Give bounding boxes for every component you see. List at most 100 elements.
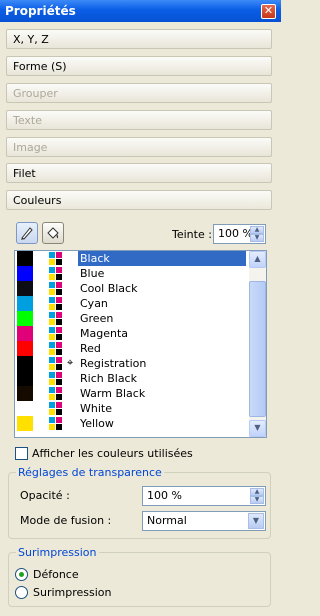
section-couleurs-button[interactable]: Couleurs — [6, 190, 272, 210]
section-texte-label: Texte — [13, 114, 43, 127]
cmyk-model-icon — [49, 342, 62, 355]
show-used-colors-label: Afficher les couleurs utilisées — [32, 447, 193, 460]
transparency-title: Réglages de transparence — [16, 466, 164, 479]
section-xyz-label: X, Y, Z — [13, 33, 49, 46]
color-swatch-name: Red — [80, 342, 101, 355]
section-image-label: Image — [13, 141, 48, 154]
color-swatch-name: Black — [78, 251, 246, 266]
color-swatch — [17, 386, 33, 401]
color-swatch-row[interactable]: Red — [15, 341, 266, 356]
chevron-down-icon[interactable]: ▼ — [248, 513, 264, 529]
section-grouper-label: Grouper — [13, 87, 58, 100]
color-swatch-row[interactable]: Blue — [15, 266, 266, 281]
color-swatch — [17, 281, 33, 296]
color-swatch-row[interactable]: Cool Black — [15, 281, 266, 296]
cmyk-model-icon — [49, 312, 62, 325]
close-button[interactable]: ✕ — [261, 4, 276, 19]
overprint-title: Surimpression — [16, 546, 99, 559]
opacity-value: 100 % — [147, 489, 182, 502]
section-forme-label: Forme (S) — [13, 60, 67, 73]
cmyk-model-icon — [49, 267, 62, 280]
scroll-down-icon[interactable]: ▼ — [249, 420, 266, 437]
tint-spin-buttons[interactable]: ▲ ▼ — [250, 226, 264, 242]
knockout-label: Défonce — [33, 568, 79, 581]
registration-icon: ⌖ — [67, 356, 74, 369]
color-swatch — [17, 356, 33, 371]
spin-down-icon[interactable]: ▼ — [250, 496, 264, 504]
section-xyz-button[interactable]: X, Y, Z — [6, 29, 272, 49]
overprint-radio[interactable] — [15, 586, 28, 599]
knockout-radio[interactable] — [15, 568, 28, 581]
color-swatch-row[interactable]: Rich Black — [15, 371, 266, 386]
pen-icon — [21, 227, 33, 240]
color-swatch-name: Magenta — [80, 327, 129, 340]
tint-value: 100 % — [218, 227, 253, 240]
cmyk-model-icon — [49, 297, 62, 310]
color-swatch — [17, 311, 33, 326]
color-swatch-row[interactable]: Warm Black — [15, 386, 266, 401]
color-swatch-row[interactable]: Magenta — [15, 326, 266, 341]
window-titlebar: Propriétés ✕ — [0, 0, 281, 22]
section-filet-button[interactable]: Filet — [6, 163, 272, 183]
cmyk-model-icon — [49, 402, 62, 415]
section-grouper-button[interactable]: Grouper — [6, 83, 272, 103]
color-swatch-name: Cool Black — [80, 282, 138, 295]
color-swatch-row[interactable]: Yellow — [15, 416, 266, 431]
cmyk-model-icon — [49, 357, 62, 370]
stroke-color-button[interactable] — [16, 222, 38, 244]
spin-down-icon[interactable]: ▼ — [250, 234, 264, 242]
overprint-label: Surimpression — [33, 586, 112, 599]
tint-spinner[interactable]: 100 % ▲ ▼ — [213, 224, 266, 244]
color-swatch-name: Yellow — [80, 417, 114, 430]
color-swatch — [17, 401, 33, 416]
color-swatch — [17, 326, 33, 341]
opacity-spinner[interactable]: 100 % ▲ ▼ — [142, 486, 266, 506]
color-swatch-name: Blue — [80, 267, 105, 280]
opacity-label: Opacité : — [20, 489, 70, 502]
cmyk-model-icon — [49, 372, 62, 385]
color-swatch — [17, 251, 33, 266]
cmyk-model-icon — [49, 387, 62, 400]
color-swatch — [17, 371, 33, 386]
color-swatch-name: White — [80, 402, 112, 415]
cmyk-model-icon — [49, 327, 62, 340]
spin-up-icon[interactable]: ▲ — [250, 226, 264, 234]
color-swatch-row[interactable]: Black — [15, 251, 266, 266]
section-texte-button[interactable]: Texte — [6, 110, 272, 130]
color-swatch — [17, 341, 33, 356]
color-swatch — [17, 416, 33, 431]
spin-up-icon[interactable]: ▲ — [250, 488, 264, 496]
color-swatch-row[interactable]: White — [15, 401, 266, 416]
window-title: Propriétés — [5, 4, 76, 18]
color-swatch-row[interactable]: Cyan — [15, 296, 266, 311]
opacity-spin-buttons[interactable]: ▲ ▼ — [250, 488, 264, 504]
color-swatch-name: Cyan — [80, 297, 108, 310]
section-forme-button[interactable]: Forme (S) — [6, 56, 272, 76]
vertical-scrollbar[interactable]: ▲ ▼ — [249, 251, 266, 437]
color-swatch-name: Warm Black — [80, 387, 146, 400]
scroll-thumb[interactable] — [249, 281, 266, 417]
tint-label: Teinte : — [172, 228, 212, 241]
cmyk-model-icon — [49, 252, 62, 265]
blend-mode-label: Mode de fusion : — [20, 514, 112, 527]
color-swatch-list[interactable]: Black Blue Cool Black Cyan Green Magenta Red ⌖ R… — [14, 250, 267, 438]
color-swatch-row[interactable]: Green — [15, 311, 266, 326]
color-swatch — [17, 296, 33, 311]
fill-bucket-icon — [47, 227, 59, 239]
blend-mode-select[interactable]: Normal ▼ — [142, 511, 266, 531]
section-filet-label: Filet — [13, 167, 36, 180]
section-couleurs-label: Couleurs — [13, 194, 62, 207]
close-icon: ✕ — [263, 4, 274, 17]
scroll-up-icon[interactable]: ▲ — [249, 251, 266, 268]
cmyk-model-icon — [49, 282, 62, 295]
color-swatch-name: Green — [80, 312, 114, 325]
color-swatch-row[interactable]: ⌖ Registration — [15, 356, 266, 371]
color-swatch — [17, 266, 33, 281]
cmyk-model-icon — [49, 417, 62, 430]
color-swatch-name: Rich Black — [80, 372, 137, 385]
blend-mode-value: Normal — [147, 514, 187, 527]
color-swatch-name: Registration — [80, 357, 147, 370]
fill-color-button[interactable] — [42, 222, 64, 244]
show-used-colors-checkbox[interactable] — [15, 447, 28, 460]
section-image-button[interactable]: Image — [6, 137, 272, 157]
